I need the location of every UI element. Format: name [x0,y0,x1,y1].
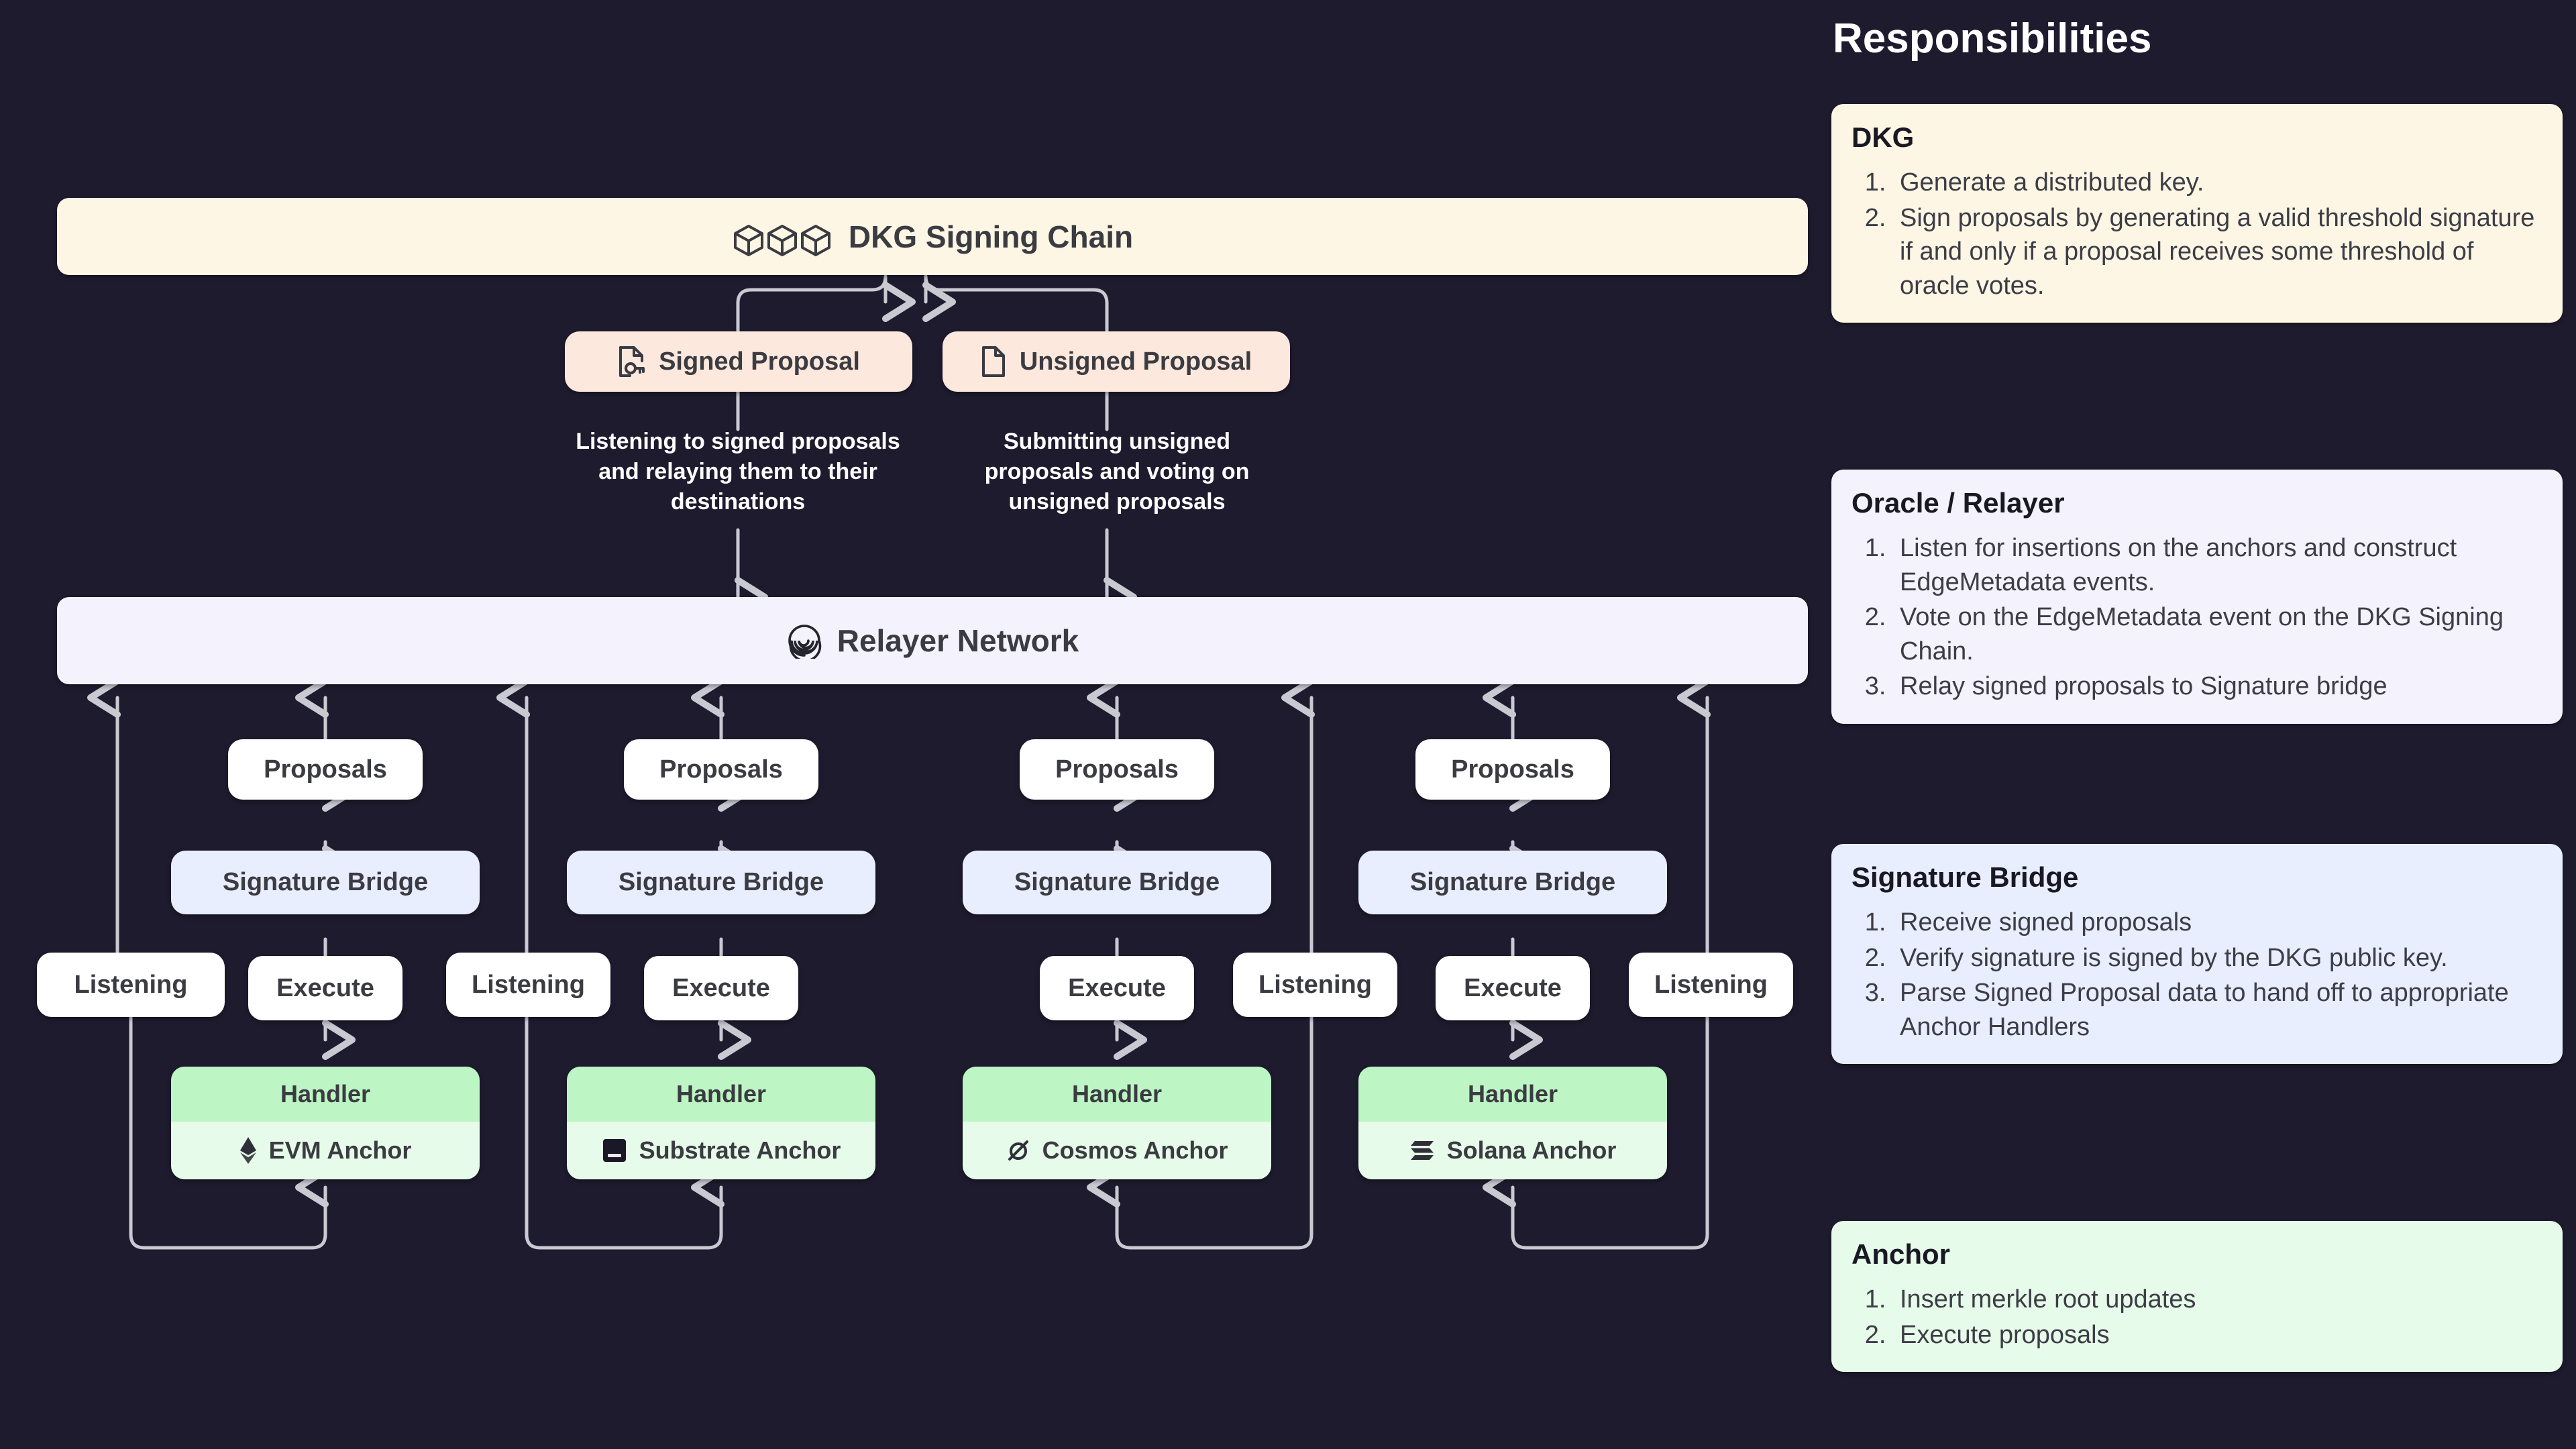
diagram-root: DKG Signing Chain Signed Proposal Unsign… [0,0,2576,1449]
substrate-icon [602,1138,627,1163]
responsibilities-title: Responsibilities [1833,15,2152,62]
handler-label-3: Handler [963,1067,1271,1122]
signed-proposal-label: Signed Proposal [659,347,860,376]
signature-bridge-4[interactable]: Signature Bridge [1358,851,1667,914]
list-item: Vote on the EdgeMetadata event on the DK… [1893,600,2542,668]
list-item: Generate a distributed key. [1893,166,2542,200]
unsigned-proposal-caption: Submitting unsigned proposals and voting… [984,429,1250,515]
anchor-row-3: Cosmos Anchor [963,1122,1271,1179]
execute-chip-4[interactable]: Execute [1436,956,1590,1020]
card-heading-anchor: Anchor [1851,1238,1950,1270]
list-item: Execute proposals [1893,1318,2542,1352]
handler-label-2: Handler [567,1067,875,1122]
proposals-chip-4[interactable]: Proposals [1415,739,1610,800]
dkg-signing-chain-bar[interactable]: DKG Signing Chain [57,198,1808,275]
responsibility-card-oracle-relayer: Oracle / Relayer Listen for insertions o… [1831,470,2563,724]
relayer-network-bar[interactable]: Relayer Network [57,597,1808,684]
anchor-label-2: Substrate Anchor [639,1136,841,1164]
ethereum-icon [239,1136,257,1165]
execute-chip-3[interactable]: Execute [1040,956,1194,1020]
anchor-row-4: Solana Anchor [1358,1122,1667,1179]
responsibility-card-signature-bridge: Signature Bridge Receive signed proposal… [1831,844,2563,1065]
anchor-label-3: Cosmos Anchor [1042,1136,1228,1164]
card-heading-signature-bridge: Signature Bridge [1851,861,2079,893]
signed-proposal-chip[interactable]: Signed Proposal [565,331,912,392]
list-item: Sign proposals by generating a valid thr… [1893,201,2542,303]
signature-bridge-1[interactable]: Signature Bridge [171,851,480,914]
card-list-signature-bridge: Receive signed proposals Verify signatur… [1851,906,2542,1044]
solana-icon [1409,1140,1435,1161]
handler-label-4: Handler [1358,1067,1667,1122]
handler-anchor-2[interactable]: Handler Substrate Anchor [567,1067,875,1179]
relayer-network-label: Relayer Network [837,623,1079,658]
card-heading-oracle: Oracle / Relayer [1851,487,2065,519]
handler-label-1: Handler [171,1067,480,1122]
signature-bridge-2[interactable]: Signature Bridge [567,851,875,914]
unsigned-proposal-chip[interactable]: Unsigned Proposal [943,331,1290,392]
handler-anchor-3[interactable]: Handler Cosmos Anchor [963,1067,1271,1179]
proposals-chip-1[interactable]: Proposals [228,739,423,800]
proposals-chip-3[interactable]: Proposals [1020,739,1214,800]
signed-proposal-caption: Listening to signed proposals and relayi… [576,429,900,515]
list-item: Verify signature is signed by the DKG pu… [1893,941,2542,975]
anchor-label-1: EVM Anchor [268,1136,412,1164]
unsigned-proposal-label: Unsigned Proposal [1019,347,1252,376]
execute-chip-2[interactable]: Execute [644,956,798,1020]
list-item: Receive signed proposals [1893,906,2542,940]
cube-icon [732,217,833,257]
card-heading-dkg: DKG [1851,121,1915,153]
list-item: Parse Signed Proposal data to hand off t… [1893,976,2542,1044]
listening-chip-2[interactable]: Listening [446,953,610,1017]
card-list-anchor: Insert merkle root updates Execute propo… [1851,1283,2542,1352]
cosmos-icon [1006,1138,1030,1163]
proposals-chip-2[interactable]: Proposals [624,739,818,800]
list-item: Listen for insertions on the anchors and… [1893,531,2542,599]
responsibilities-panel: Responsibilities DKG Generate a distribu… [1831,0,2576,1449]
handler-anchor-4[interactable]: Handler Solana Anchor [1358,1067,1667,1179]
document-icon [981,345,1006,378]
signed-document-key-icon [617,345,645,378]
listening-chip-3[interactable]: Listening [1233,953,1397,1017]
signature-bridge-3[interactable]: Signature Bridge [963,851,1271,914]
dkg-signing-chain-label: DKG Signing Chain [848,219,1134,254]
card-list-dkg: Generate a distributed key. Sign proposa… [1851,166,2542,303]
anchor-row-1: EVM Anchor [171,1122,480,1179]
anchor-row-2: Substrate Anchor [567,1122,875,1179]
handler-anchor-1[interactable]: Handler EVM Anchor [171,1067,480,1179]
list-item: Relay signed proposals to Signature brid… [1893,669,2542,704]
responsibility-card-dkg: DKG Generate a distributed key. Sign pro… [1831,104,2563,323]
execute-chip-1[interactable]: Execute [248,956,402,1020]
anchor-label-4: Solana Anchor [1446,1136,1617,1164]
card-list-oracle: Listen for insertions on the anchors and… [1851,531,2542,704]
responsibility-card-anchor: Anchor Insert merkle root updates Execut… [1831,1221,2563,1373]
listening-chip-4[interactable]: Listening [1629,953,1793,1017]
listening-chip-1[interactable]: Listening [37,953,225,1017]
spiral-icon [786,623,822,659]
list-item: Insert merkle root updates [1893,1283,2542,1317]
